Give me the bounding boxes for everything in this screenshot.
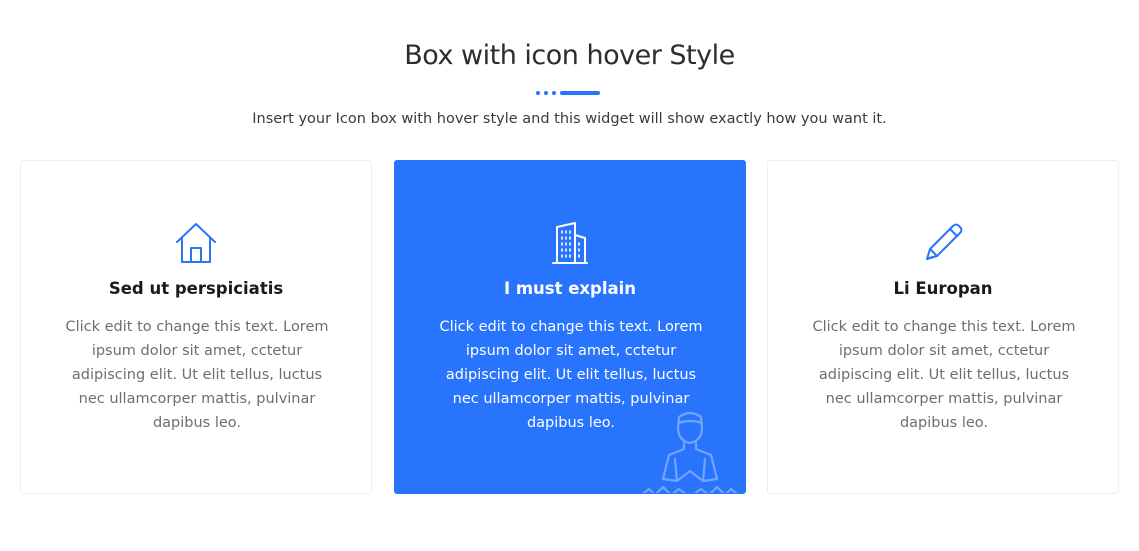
house-icon — [21, 221, 371, 265]
divider-dot — [544, 91, 548, 95]
card-text: Click edit to change this text. Lorem ip… — [812, 319, 1076, 431]
icon-box-card-3[interactable]: Li Europan Click edit to change this tex… — [767, 160, 1119, 494]
section-subtitle: Insert your Icon box with hover style an… — [252, 111, 887, 127]
card-title: Sed ut perspiciatis — [108, 279, 284, 298]
divider-bar — [560, 91, 600, 95]
pencil-icon — [768, 221, 1118, 265]
divider-dot — [552, 91, 556, 95]
card-text: Click edit to change this text. Lorem ip… — [65, 319, 329, 431]
icon-box-card-1[interactable]: Sed ut perspiciatis Click edit to change… — [20, 160, 372, 494]
card-title: I must explain — [503, 279, 637, 298]
section-title: Box with icon hover Style — [404, 40, 735, 71]
building-icon — [395, 221, 745, 265]
meditating-person-icon — [642, 411, 738, 493]
title-divider — [536, 91, 600, 95]
icon-box-card-2[interactable]: I must explain Click edit to change this… — [394, 160, 746, 494]
divider-dot — [536, 91, 540, 95]
card-title: Li Europan — [893, 279, 993, 298]
